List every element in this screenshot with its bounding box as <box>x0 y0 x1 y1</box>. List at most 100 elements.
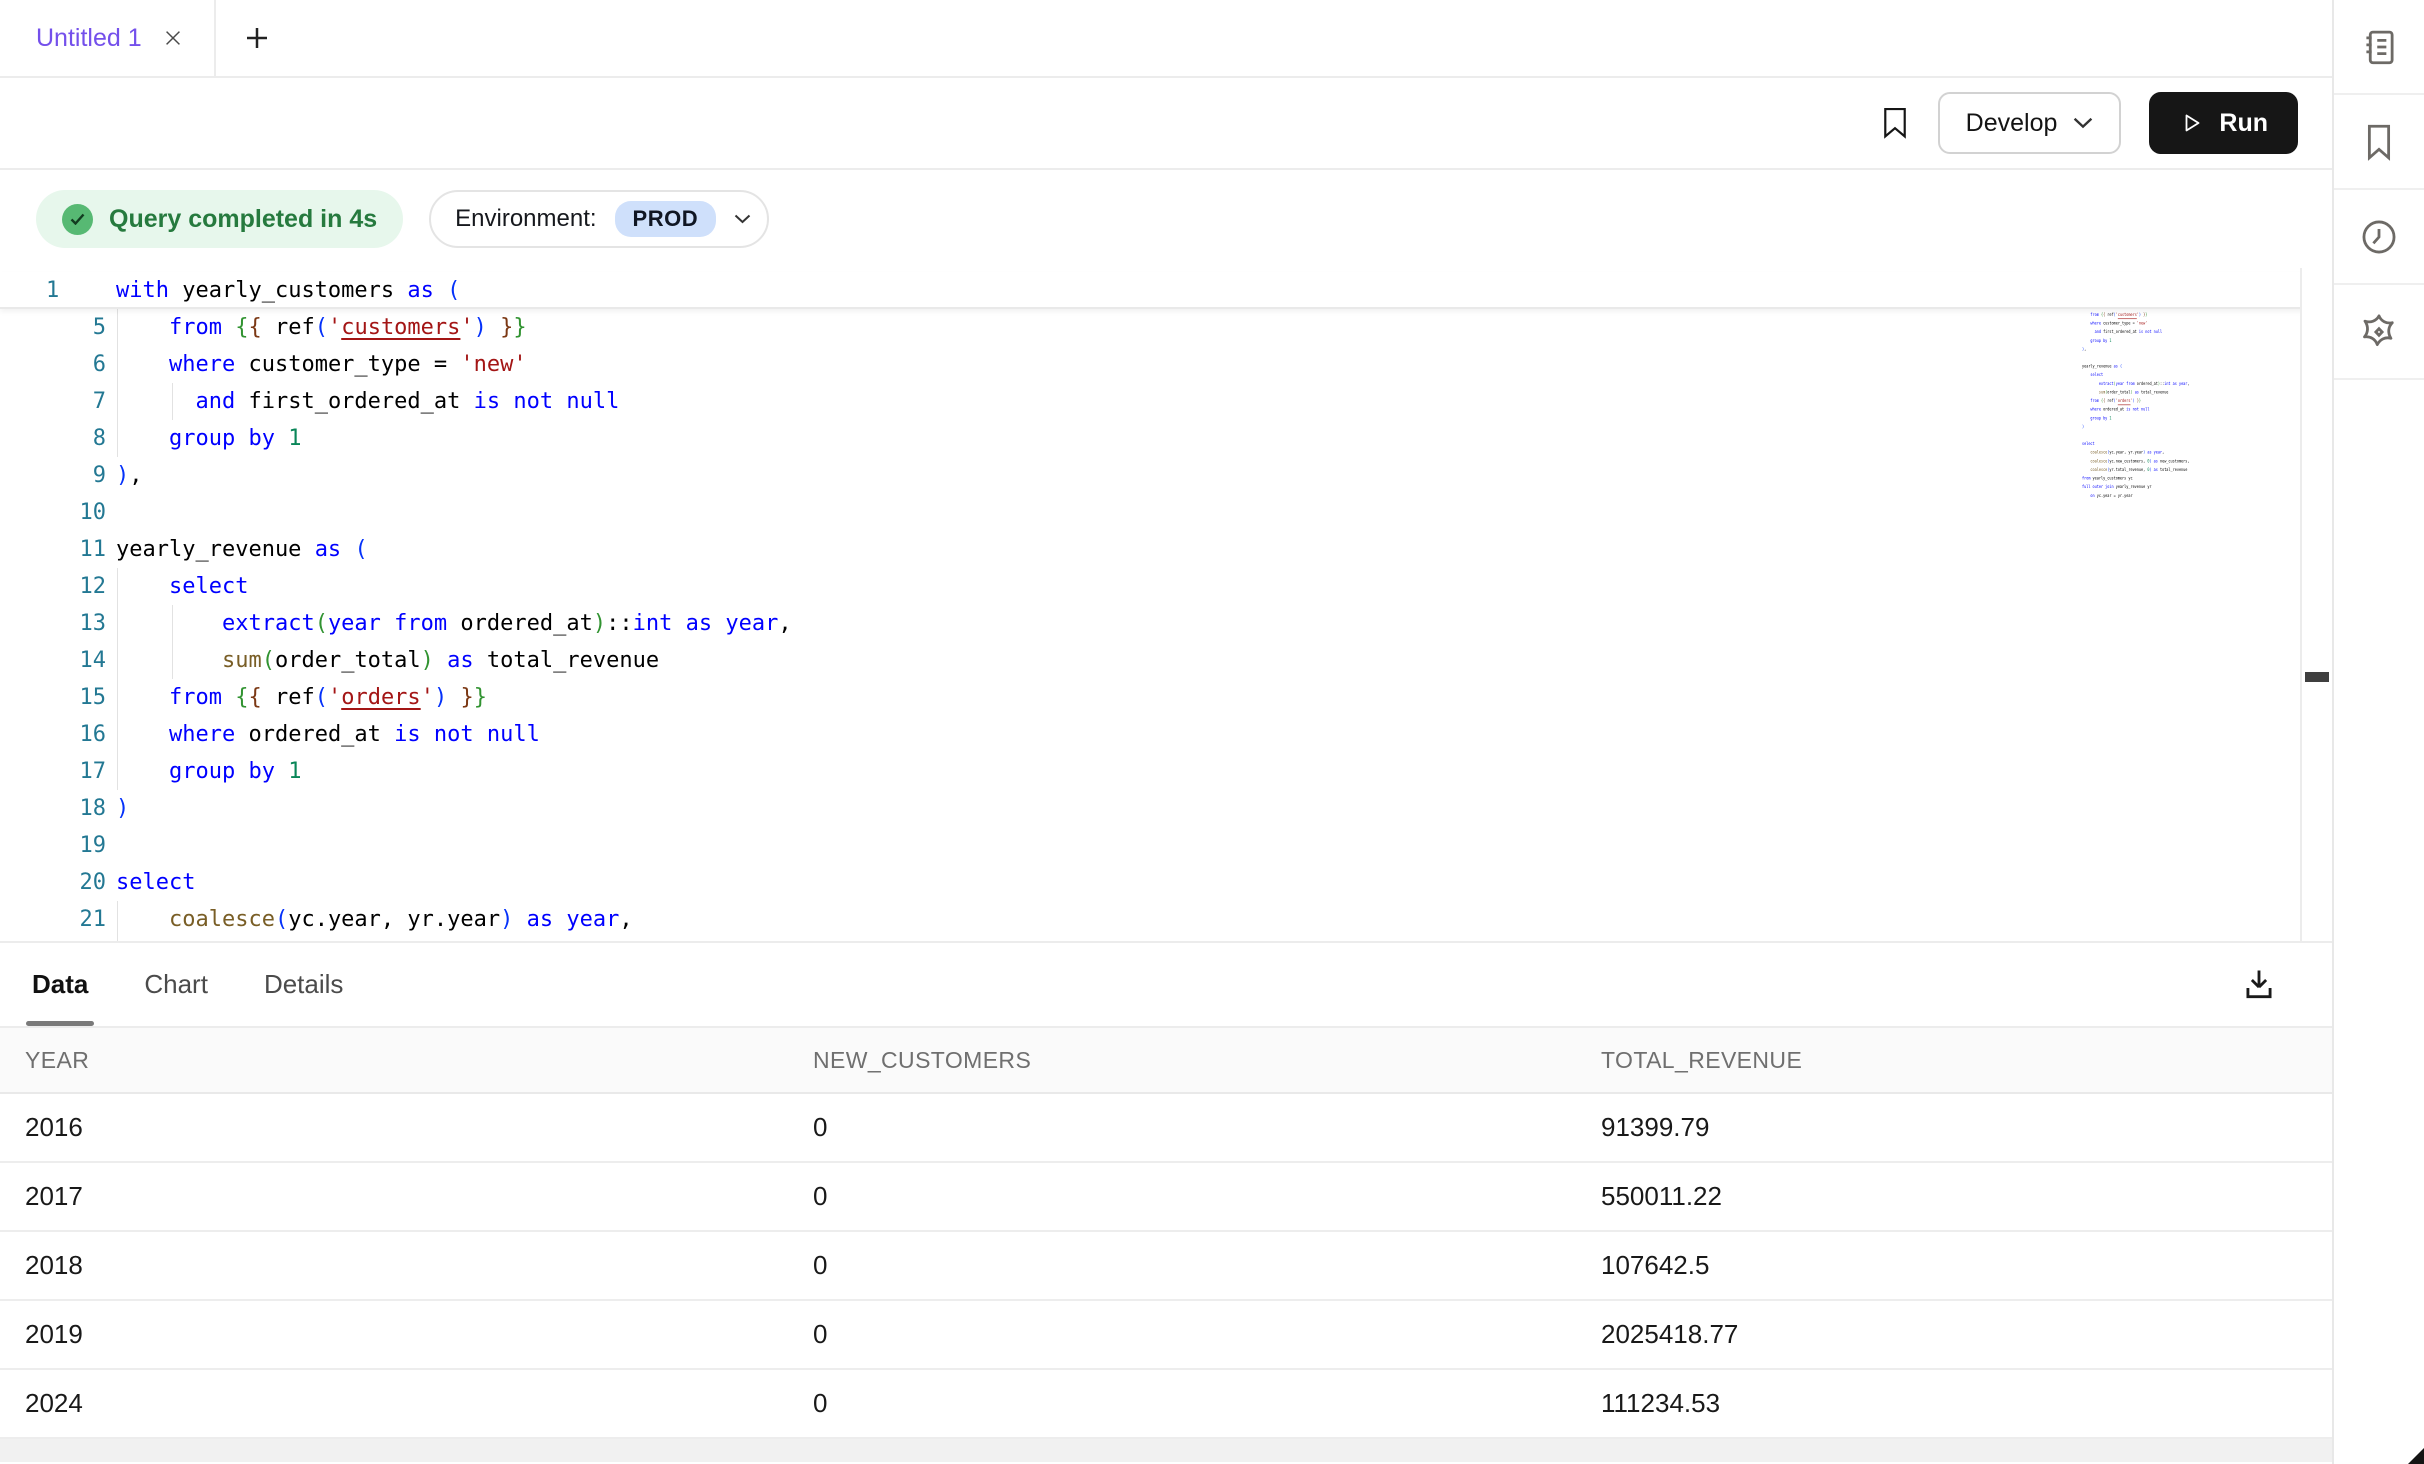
play-icon <box>2179 111 2203 135</box>
bookmark-icon[interactable] <box>1880 106 1910 140</box>
results-tab-details[interactable]: Details <box>264 943 343 1026</box>
bookmark-icon <box>2358 121 2400 163</box>
history-panel-button[interactable] <box>2334 190 2424 285</box>
indent-guide <box>172 383 173 420</box>
line-number: 7 <box>0 383 106 420</box>
close-tab-icon[interactable] <box>162 27 184 49</box>
code-line[interactable]: 15 from {{ ref('orders') }} <box>0 679 2332 716</box>
table-cell: 91399.79 <box>1576 1112 2306 1143</box>
table-row: 2016091399.79 <box>0 1094 2332 1163</box>
download-button[interactable] <box>2236 961 2282 1007</box>
results-tabs: Data Chart Details <box>32 943 343 1026</box>
notebook-icon <box>2358 26 2400 68</box>
table-row: 201902025418.77 <box>0 1301 2332 1370</box>
right-icon-rail <box>2332 0 2424 1464</box>
editor-scrollbar-track <box>2300 268 2332 941</box>
indent-guide <box>117 716 118 753</box>
editor-lines: 5 from {{ ref('customers') }}6 where cus… <box>0 309 2332 943</box>
code-text: where ordered_at is not null <box>116 716 540 753</box>
results-tab-chart[interactable]: Chart <box>144 943 208 1026</box>
table-cell: 2019 <box>0 1319 788 1350</box>
code-line[interactable]: 10 <box>0 494 2332 531</box>
code-text: from {{ ref('customers') }} <box>116 309 527 346</box>
code-line[interactable]: 21 coalesce(yc.year, yr.year) as year, <box>0 901 2332 938</box>
line-number: 20 <box>0 864 106 901</box>
table-cell: 2018 <box>0 1250 788 1281</box>
results-tab-bar: Data Chart Details <box>0 943 2332 1028</box>
editor-scrollbar-thumb[interactable] <box>2305 672 2329 682</box>
new-tab-button[interactable] <box>216 0 298 76</box>
line-number: 6 <box>0 346 106 383</box>
indent-guide <box>117 383 118 420</box>
code-text: sum(order_total) as total_revenue <box>116 642 659 679</box>
bookmarks-panel-button[interactable] <box>2334 95 2424 190</box>
code-line[interactable]: 16 where ordered_at is not null <box>0 716 2332 753</box>
develop-dropdown-button[interactable]: Develop <box>1938 92 2122 154</box>
table-cell: 0 <box>788 1319 1576 1350</box>
indent-guide <box>117 679 118 716</box>
notebook-panel-button[interactable] <box>2334 0 2424 95</box>
develop-label: Develop <box>1966 109 2058 138</box>
code-line[interactable]: 6 where customer_type = 'new' <box>0 346 2332 383</box>
indent-guide <box>117 346 118 383</box>
code-line[interactable]: 13 extract(year from ordered_at)::int as… <box>0 605 2332 642</box>
table-cell: 0 <box>788 1181 1576 1212</box>
table-body: 2016091399.7920170550011.2220180107642.5… <box>0 1094 2332 1439</box>
tab-untitled-1[interactable]: Untitled 1 <box>0 0 216 76</box>
environment-label: Environment: <box>455 205 596 233</box>
code-text: group by 1 <box>116 753 301 790</box>
table-scroll-track <box>0 1439 2332 1462</box>
editor-toolbar: Develop Run <box>0 78 2332 170</box>
code-text: group by 1 <box>116 420 301 457</box>
code-line[interactable]: 19 <box>0 827 2332 864</box>
code-line[interactable]: 7 and first_ordered_at is not null <box>0 383 2332 420</box>
column-header-new_customers: NEW_CUSTOMERS <box>788 1047 1576 1074</box>
query-status-badge: Query completed in 4s <box>36 190 403 248</box>
sticky-line[interactable]: 1with yearly_customers as ( <box>0 272 2332 309</box>
code-editor[interactable]: 1with yearly_customers as ( 5 from {{ re… <box>0 268 2332 943</box>
sticky-code-line[interactable]: 1with yearly_customers as ( <box>0 272 2332 309</box>
table-cell: 0 <box>788 1388 1576 1419</box>
code-text: ) <box>116 790 129 827</box>
table-cell: 2016 <box>0 1112 788 1143</box>
line-number: 15 <box>0 679 106 716</box>
code-text: where customer_type = 'new' <box>116 346 527 383</box>
table-cell: 107642.5 <box>1576 1250 2306 1281</box>
code-line[interactable]: 14 sum(order_total) as total_revenue <box>0 642 2332 679</box>
table-cell: 111234.53 <box>1576 1388 2306 1419</box>
environment-value-chip: PROD <box>615 201 717 237</box>
results-tab-data[interactable]: Data <box>32 943 88 1026</box>
code-line[interactable]: 17 group by 1 <box>0 753 2332 790</box>
table-row: 20180107642.5 <box>0 1232 2332 1301</box>
run-button[interactable]: Run <box>2149 92 2298 154</box>
code-line[interactable]: 5 from {{ ref('customers') }} <box>0 309 2332 346</box>
code-line[interactable]: 18) <box>0 790 2332 827</box>
line-number: 21 <box>0 901 106 938</box>
table-cell: 2017 <box>0 1181 788 1212</box>
indent-guide <box>117 753 118 790</box>
window-resize-grip[interactable] <box>2408 1448 2424 1464</box>
environment-selector[interactable]: Environment: PROD <box>429 190 769 248</box>
plus-icon <box>242 23 272 53</box>
line-number: 12 <box>0 568 106 605</box>
code-line[interactable]: 8 group by 1 <box>0 420 2332 457</box>
code-line[interactable]: 20select <box>0 864 2332 901</box>
code-text: with yearly_customers as ( <box>116 272 460 307</box>
table-row: 20170550011.22 <box>0 1163 2332 1232</box>
code-line[interactable]: 9), <box>0 457 2332 494</box>
code-text: select <box>116 568 248 605</box>
code-line[interactable]: 11yearly_revenue as ( <box>0 531 2332 568</box>
line-number: 9 <box>0 457 106 494</box>
line-number: 18 <box>0 790 106 827</box>
explore-panel-button[interactable] <box>2334 285 2424 380</box>
column-header-year: YEAR <box>0 1047 788 1074</box>
line-number: 10 <box>0 494 106 531</box>
table-cell: 2025418.77 <box>1576 1319 2306 1350</box>
app-window: Untitled 1 Develop Run <box>0 0 2424 1464</box>
code-line[interactable]: 12 select <box>0 568 2332 605</box>
editor-minimap[interactable]: with yearly_customers as ( select extrac… <box>2082 276 2194 516</box>
compass-star-icon <box>2358 311 2400 353</box>
indent-guide <box>117 420 118 457</box>
line-number: 17 <box>0 753 106 790</box>
code-text: yearly_revenue as ( <box>116 531 368 568</box>
